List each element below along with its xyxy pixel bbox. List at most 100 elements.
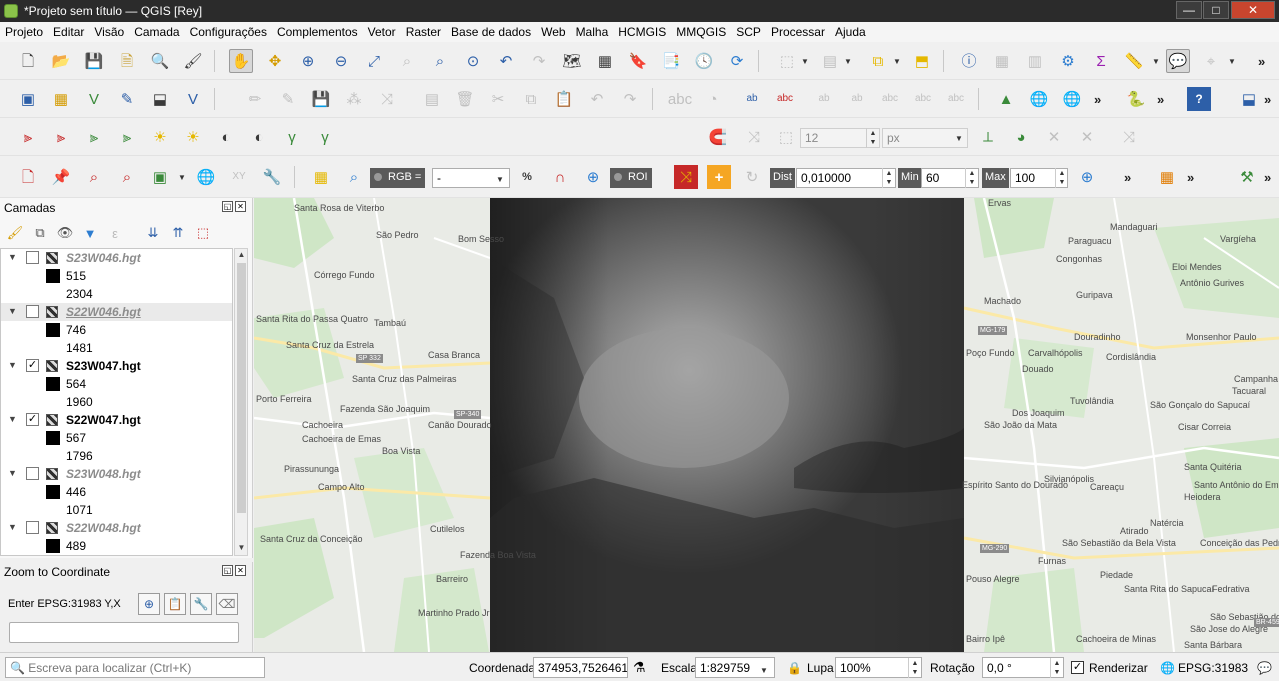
collapse-arrow-icon[interactable]: ▼	[8, 414, 17, 424]
georeferencer-icon[interactable]: ▲	[994, 87, 1018, 111]
increase-gamma-icon[interactable]: γ	[280, 125, 304, 149]
advanced-digitizing-icon[interactable]: ⤨	[1117, 125, 1141, 149]
layer-visibility-checkbox[interactable]: ✓	[26, 413, 39, 426]
snapping-mode-icon[interactable]: ⬚	[774, 125, 798, 149]
band-set-icon[interactable]: ▦	[309, 165, 333, 189]
open-attribute-table-icon[interactable]: ▦	[990, 49, 1014, 73]
menu-scp[interactable]: SCP	[731, 25, 766, 39]
zoom-full-icon[interactable]: ⤢	[362, 49, 386, 73]
delete-selected-icon[interactable]: 🗑	[453, 87, 477, 111]
new-spatial-bookmark-icon[interactable]: 🔖	[626, 49, 650, 73]
new-shapefile-icon[interactable]: ✎	[115, 87, 139, 111]
menu-editar[interactable]: Editar	[48, 25, 89, 39]
copy-features-icon[interactable]: ⧉	[519, 87, 543, 111]
current-edits-icon[interactable]: ✏	[243, 87, 267, 111]
zoom-to-selection-icon[interactable]: ⌕	[395, 49, 419, 73]
data-source-manager-icon[interactable]: ▣	[16, 87, 40, 111]
add-delimited-text-icon[interactable]: V	[181, 87, 205, 111]
filter-legend-icon[interactable]: ▼	[80, 223, 100, 243]
menu-web[interactable]: Web	[536, 25, 570, 39]
snapping-type-icon[interactable]: ⤨	[742, 125, 766, 149]
trace-icon[interactable]: ✕	[1042, 125, 1066, 149]
menu-vetor[interactable]: Vetor	[363, 25, 401, 39]
zoom-out-icon[interactable]: ⊖	[329, 49, 353, 73]
identify-features-icon[interactable]: ⓘ	[957, 49, 981, 73]
pan-map-icon[interactable]: ✋	[229, 49, 253, 73]
menu-processar[interactable]: Processar	[766, 25, 830, 39]
close-panel-icon[interactable]: ✕	[235, 201, 246, 212]
add-wfs-layer-icon[interactable]: 🌐	[1060, 87, 1084, 111]
local-cumulative-stretch-icon[interactable]: %	[515, 165, 539, 189]
toolbar-overflow-icon[interactable]: »	[1264, 92, 1271, 107]
toggle-extents-icon[interactable]: ⚗	[633, 659, 646, 676]
measure-line-icon[interactable]: 📏	[1122, 49, 1146, 73]
layer-item[interactable]: ▼ S22W048.hgt	[1, 519, 232, 537]
collapse-arrow-icon[interactable]: ▼	[8, 522, 17, 532]
change-label-icon[interactable]: abc	[944, 87, 968, 111]
redo-icon[interactable]: ↷	[618, 87, 642, 111]
locator-icon[interactable]: ⌖	[1199, 49, 1223, 73]
layer-item[interactable]: ▼ S23W048.hgt	[1, 465, 232, 483]
refresh-icon[interactable]: ⟳	[725, 49, 749, 73]
vertex-tool-icon[interactable]: ⤨	[375, 87, 399, 111]
dist-spinner[interactable]: ▲ ▼	[882, 168, 895, 188]
label-tool-icon[interactable]: abc	[668, 87, 692, 111]
layout-manager-icon[interactable]: 🔍	[148, 49, 172, 73]
zoom-to-roi-icon[interactable]: ⌕	[115, 165, 139, 189]
decrease-brightness-icon[interactable]: ☀	[181, 125, 205, 149]
processing-toolbox-icon[interactable]: ⚙	[1056, 49, 1080, 73]
zoom-native-resolution-icon[interactable]: ⊙	[461, 49, 485, 73]
std-dev-stretch-icon[interactable]: ∩	[548, 165, 572, 189]
filter-by-expression-icon[interactable]: ε	[105, 223, 125, 243]
expand-all-icon[interactable]: ⇊	[143, 223, 163, 243]
clear-icon[interactable]: ⌫	[216, 593, 238, 615]
zoom-last-icon[interactable]: ↶	[494, 49, 518, 73]
help-icon[interactable]: ?	[1187, 87, 1211, 111]
histogram-icon[interactable]: ⫸	[16, 125, 40, 149]
dropdown-arrow-icon[interactable]: ▼	[1152, 57, 1160, 66]
stretch-histogram-icon[interactable]: ⫸	[82, 125, 106, 149]
toolbar-overflow-icon[interactable]: »	[1094, 92, 1101, 107]
minimize-button[interactable]: —	[1176, 1, 1202, 19]
map-tips-icon[interactable]: 💬	[1166, 49, 1190, 73]
zoom-in-icon[interactable]: ⊕	[296, 49, 320, 73]
coordinate-field[interactable]: 374953,7526461	[533, 657, 628, 678]
maximize-button[interactable]: □	[1203, 1, 1229, 19]
float-panel-icon[interactable]: ◱	[222, 565, 233, 576]
new-map-view-icon[interactable]: 🗺	[560, 49, 584, 73]
topological-editing-icon[interactable]: ⟂	[976, 125, 1000, 149]
globe-icon[interactable]: 🌐	[194, 165, 218, 189]
menu-mmqgis[interactable]: MMQGIS	[671, 25, 731, 39]
layer-item[interactable]: ▼ ✓ S23W047.hgt	[1, 357, 232, 375]
render-checkbox[interactable]: ✓	[1071, 661, 1084, 674]
move-label-icon[interactable]: abc	[878, 87, 902, 111]
menu-complementos[interactable]: Complementos	[272, 25, 363, 39]
lock-scale-icon[interactable]: 🔒	[787, 661, 802, 675]
pan-to-selection-icon[interactable]: ✥	[263, 49, 287, 73]
local-stretch-icon[interactable]: ⫸	[115, 125, 139, 149]
add-group-icon[interactable]: ⧉	[30, 223, 50, 243]
create-roi-icon[interactable]: ⤨	[674, 165, 698, 189]
highlight-pinned-labels-icon[interactable]: ab	[812, 87, 836, 111]
temporal-controller-icon[interactable]: 🕓	[692, 49, 716, 73]
manage-map-themes-icon[interactable]: 👁	[55, 223, 75, 243]
layer-item[interactable]: ▼ S22W046.hgt	[1, 303, 232, 321]
new-print-layout-icon[interactable]: 🗎	[115, 49, 139, 73]
dropdown-arrow-icon[interactable]: ▼	[844, 57, 852, 66]
show-hide-labels-icon[interactable]: ab	[845, 87, 869, 111]
show-map-tips-icon[interactable]: ⬒	[910, 49, 934, 73]
toolbar-overflow-icon[interactable]: »	[1258, 54, 1265, 69]
float-panel-icon[interactable]: ◱	[222, 201, 233, 212]
dropdown-arrow-icon[interactable]: ▼	[955, 134, 963, 143]
close-panel-icon[interactable]: ✕	[235, 565, 246, 576]
locator-search[interactable]: 🔍 Escreva para localizar (Ctrl+K)	[5, 657, 265, 678]
settings-wrench-icon[interactable]: 🔧	[260, 165, 284, 189]
rotate-label-icon[interactable]: abc	[911, 87, 935, 111]
python-console-icon[interactable]: 🐍	[1124, 87, 1148, 111]
dropdown-arrow-icon[interactable]: ▼	[893, 57, 901, 66]
collapse-all-icon[interactable]: ⇈	[168, 223, 188, 243]
select-area-icon[interactable]: ▣	[148, 165, 172, 189]
menu-ajuda[interactable]: Ajuda	[830, 25, 871, 39]
deselect-all-icon[interactable]: ⧉	[866, 49, 890, 73]
collapse-arrow-icon[interactable]: ▼	[8, 468, 17, 478]
